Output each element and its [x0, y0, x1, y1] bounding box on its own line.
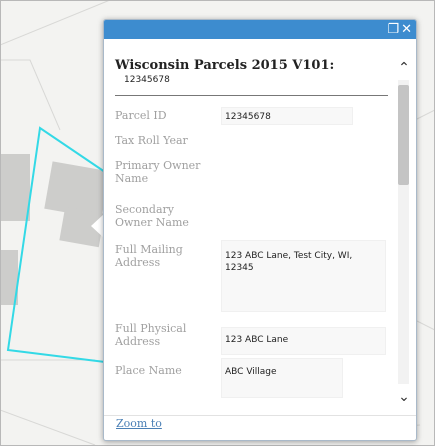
title-divider: [115, 95, 388, 96]
chevron-up-icon[interactable]: ⌃: [396, 60, 412, 76]
footer-divider: [104, 415, 416, 416]
field-label-parcel-id: Parcel ID: [115, 109, 167, 122]
field-label-primary-owner: Primary Owner Name: [115, 159, 201, 185]
popup-titlebar: ❐ ✕: [104, 20, 416, 39]
field-label-mailing-address: Full Mailing Address: [115, 243, 183, 269]
scroll-thumb[interactable]: [398, 85, 409, 185]
field-value-place-name: ABC Village: [225, 367, 277, 377]
chevron-down-icon[interactable]: ⌄: [396, 389, 412, 405]
field-label-secondary-owner: Secondary Owner Name: [115, 203, 189, 229]
popup-content: Wisconsin Parcels 2015 V101: 12345678 Pa…: [104, 40, 390, 440]
zoom-to-link[interactable]: Zoom to: [116, 417, 162, 430]
scroll-track[interactable]: [398, 80, 409, 384]
popup-subtitle: 12345678: [124, 75, 170, 85]
field-value-physical-address: 123 ABC Lane: [225, 335, 289, 345]
close-icon[interactable]: ✕: [401, 22, 412, 37]
field-value-mailing-address: 123 ABC Lane, Test City, WI, 12345: [225, 251, 353, 273]
popup-scrollbar[interactable]: ⌃ ⌄: [394, 60, 414, 405]
info-popup: ❐ ✕ Wisconsin Parcels 2015 V101: 1234567…: [103, 19, 417, 441]
field-label-physical-address: Full Physical Address: [115, 322, 187, 348]
field-box-place-name: [221, 358, 343, 398]
maximize-icon[interactable]: ❐: [387, 22, 399, 37]
field-label-tax-roll-year: Tax Roll Year: [115, 134, 188, 147]
field-value-parcel-id: 12345678: [225, 112, 271, 122]
field-label-place-name: Place Name: [115, 364, 182, 377]
popup-title: Wisconsin Parcels 2015 V101:: [115, 58, 335, 73]
